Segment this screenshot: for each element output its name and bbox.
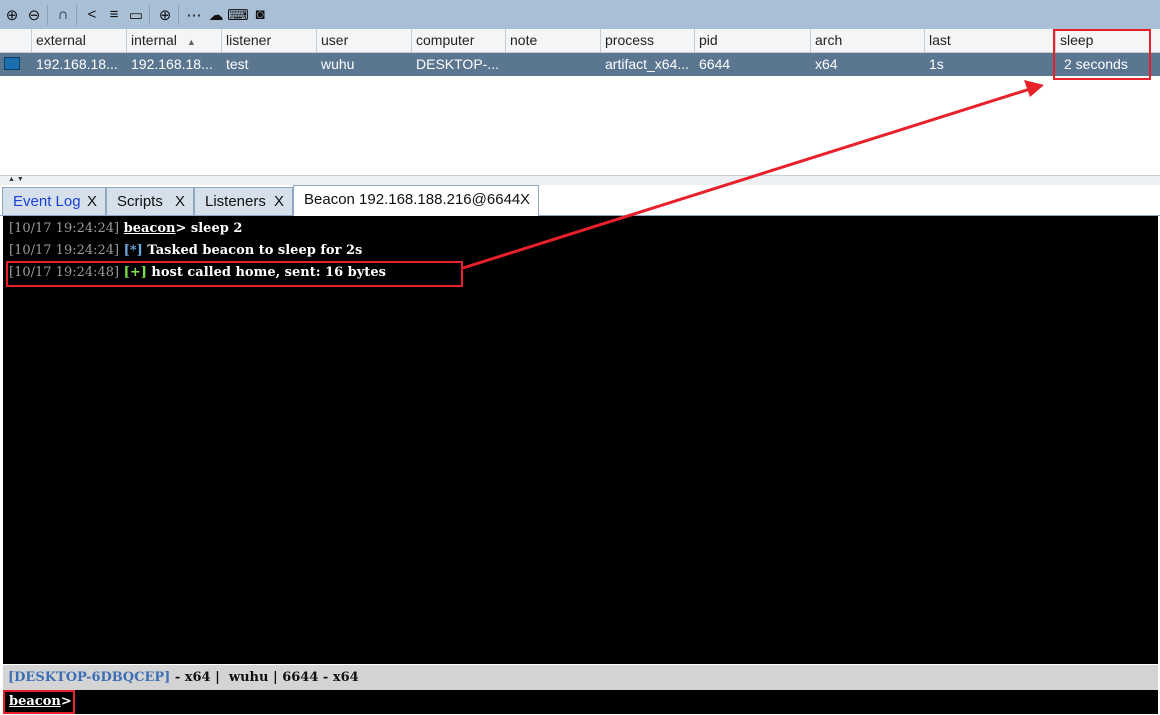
arrow-head — [1024, 80, 1044, 97]
arrow-line — [462, 87, 1031, 270]
annotation-arrow — [462, 80, 1044, 270]
